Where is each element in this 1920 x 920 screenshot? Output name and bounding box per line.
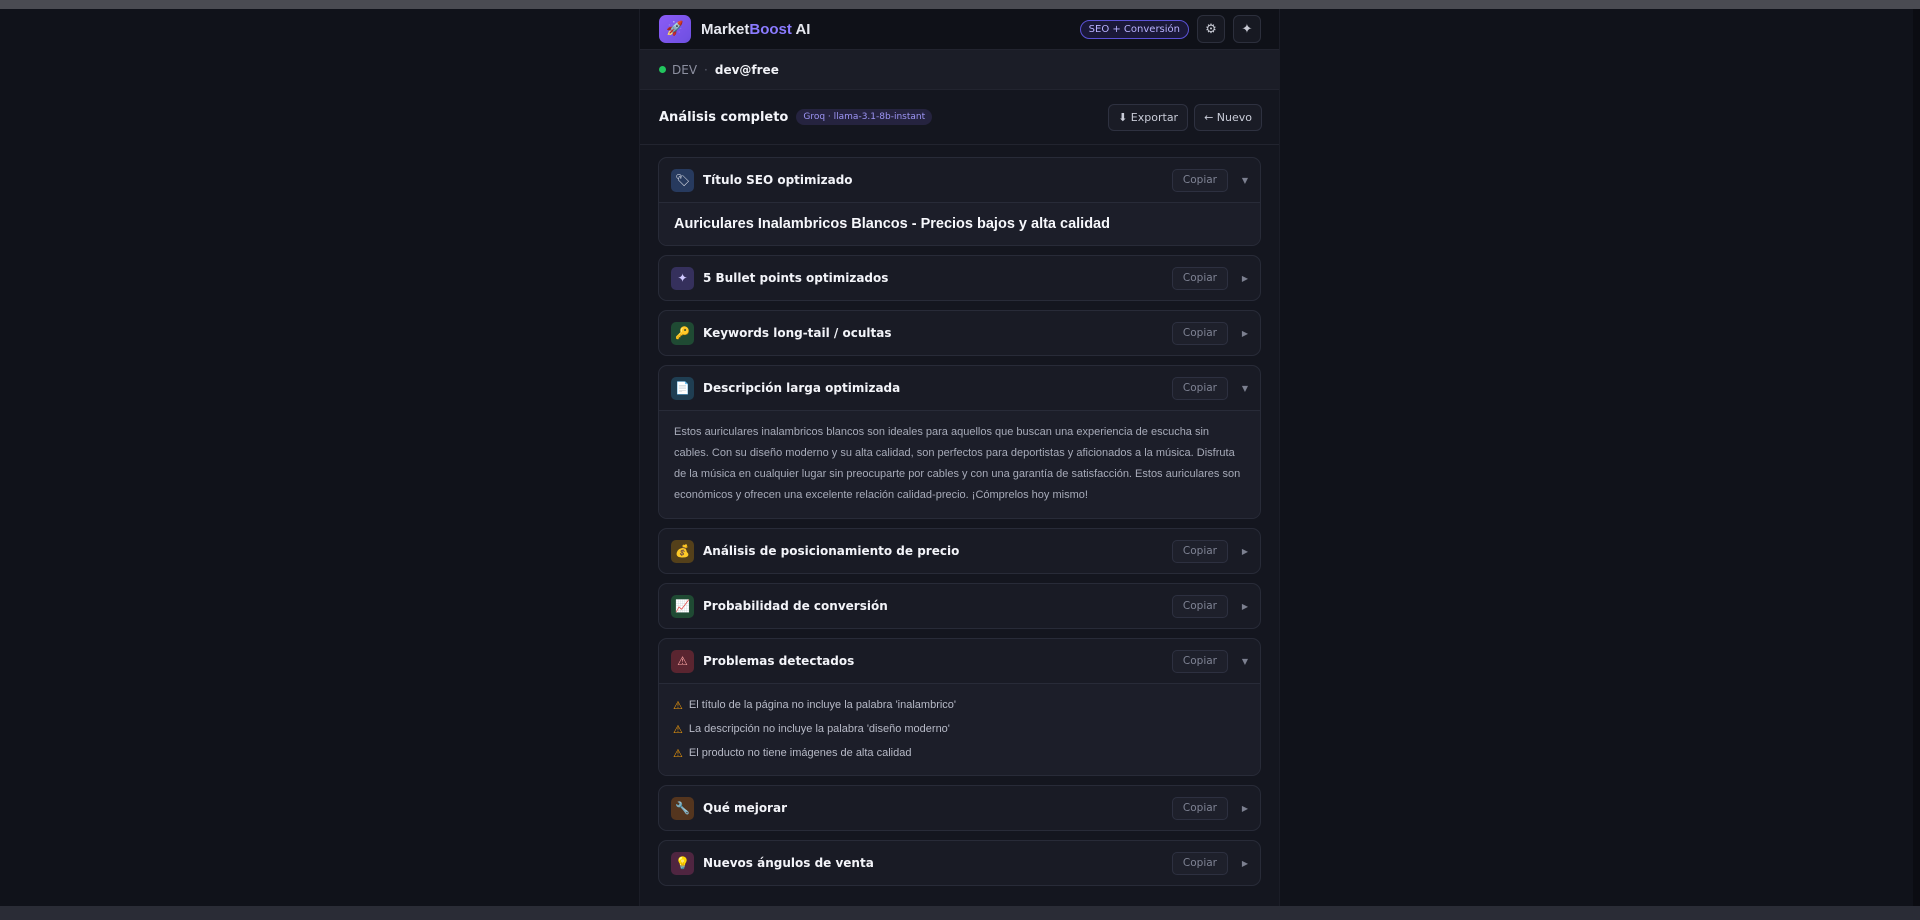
chevron-right-icon[interactable]: ▶ — [1228, 804, 1248, 813]
user-bar: DEV · dev@free — [640, 50, 1279, 90]
card-title: 5 Bullet points optimizados — [703, 271, 889, 285]
result-card: ⚠ Problemas detectados Copiar ▼ ⚠ El título d… — [658, 638, 1261, 776]
user-email: dev@free — [714, 62, 779, 77]
settings-button[interactable]: ⚙ — [1197, 15, 1225, 43]
copy-button[interactable]: Copiar — [1171, 649, 1228, 673]
result-card: ✦ 5 Bullet points optimizados Copiar ▶ — [658, 255, 1261, 301]
result-card: 💰 Análisis de posicionamiento de precio Co… — [658, 528, 1261, 574]
key-icon: 🔑 — [671, 321, 694, 345]
card-title: Qué mejorar — [703, 801, 787, 815]
card-body: Estos auriculares inalambricos blancos s… — [659, 410, 1260, 518]
document-icon: 📄 — [671, 376, 694, 400]
result-card: 📈 Probabilidad de conversión Copiar ▶ — [658, 583, 1261, 629]
card-header[interactable]: 🔧 Qué mejorar Copiar ▶ — [659, 786, 1260, 830]
wrench-icon: 🔧 — [671, 796, 694, 820]
list-item: ⚠ El producto no tiene imágenes de alta c… — [673, 741, 1246, 765]
problem-text: El título de la página no incluye la pal… — [688, 699, 957, 711]
new-button[interactable]: ← Nuevo — [1194, 103, 1262, 131]
list-item: ⚠ El título de la página no incluye la pa… — [673, 693, 1246, 717]
card-title: Problemas detectados — [703, 654, 855, 668]
chevron-right-icon[interactable]: ▶ — [1228, 602, 1248, 611]
card-header[interactable]: ✦ 5 Bullet points optimizados Copiar ▶ — [659, 256, 1260, 300]
card-header[interactable]: ⚠ Problemas detectados Copiar ▼ — [659, 639, 1260, 683]
warning-icon: ⚠ — [671, 649, 694, 673]
export-button[interactable]: ⬇ Exportar — [1108, 103, 1189, 131]
card-title: Nuevos ángulos de venta — [703, 856, 874, 870]
rocket-icon: 🚀 — [659, 15, 691, 43]
chevron-down-icon[interactable]: ▼ — [1228, 176, 1248, 185]
card-header[interactable]: 💡 Nuevos ángulos de venta Copiar ▶ — [659, 841, 1260, 885]
copy-button[interactable]: Copiar — [1171, 266, 1228, 290]
card-body: Auriculares Inalambricos Blancos - Preci… — [659, 202, 1260, 245]
card-title: Keywords long-tail / ocultas — [703, 326, 892, 340]
card-header[interactable]: 💰 Análisis de posicionamiento de precio Co… — [659, 529, 1260, 573]
mode-badge: SEO + Conversión — [1079, 19, 1189, 39]
page-title: Análisis completo — [659, 109, 789, 125]
card-title: Descripción larga optimizada — [703, 381, 901, 395]
problem-text: El producto no tiene imágenes de alta ca… — [688, 747, 912, 759]
result-card: 🔑 Keywords long-tail / ocultas Copiar ▶ — [658, 310, 1261, 356]
warning-icon: ⚠ — [673, 699, 683, 712]
sparkle-icon: ✦ — [671, 266, 694, 290]
result-card: 📄 Descripción larga optimizada Copiar ▼ Esto… — [658, 365, 1261, 519]
copy-button[interactable]: Copiar — [1171, 851, 1228, 875]
separator: · — [704, 62, 708, 77]
copy-button[interactable]: Copiar — [1171, 594, 1228, 618]
card-title: Análisis de posicionamiento de precio — [703, 544, 960, 558]
money-bag-icon: 💰 — [671, 539, 694, 563]
chevron-right-icon[interactable]: ▶ — [1228, 859, 1248, 868]
scrollbar[interactable] — [1913, 9, 1920, 906]
seo-title-text: Auriculares Inalambricos Blancos - Preci… — [674, 216, 1110, 232]
result-cards: 🏷 Título SEO optimizado Copiar ▼ Auriculares… — [640, 145, 1279, 886]
card-body: ⚠ El título de la página no incluye la pa… — [659, 683, 1260, 775]
result-card: 🏷 Título SEO optimizado Copiar ▼ Auriculares… — [658, 157, 1261, 246]
warning-icon: ⚠ — [673, 723, 683, 736]
settings-icon: ⚙ — [1205, 21, 1217, 37]
tag-icon: 🏷 — [671, 168, 694, 192]
copy-button[interactable]: Copiar — [1171, 376, 1228, 400]
chevron-right-icon[interactable]: ▶ — [1228, 547, 1248, 556]
copy-button[interactable]: Copiar — [1171, 321, 1228, 345]
card-title: Probabilidad de conversión — [703, 599, 888, 613]
card-header[interactable]: 🔑 Keywords long-tail / ocultas Copiar ▶ — [659, 311, 1260, 355]
chevron-down-icon[interactable]: ▼ — [1228, 384, 1248, 393]
description-text: Estos auriculares inalambricos blancos s… — [674, 426, 1241, 501]
brand-name: MarketBoost AI — [701, 20, 811, 38]
model-badge: Groq · llama-3.1-8b-instant — [796, 109, 933, 125]
list-item: ⚠ La descripción no incluye la palabra 'd… — [673, 717, 1246, 741]
problem-text: La descripción no incluye la palabra 'di… — [688, 723, 950, 735]
browser-top-bar — [0, 0, 1920, 9]
card-title: Título SEO optimizado — [703, 173, 853, 187]
env-label: DEV — [672, 62, 698, 77]
chevron-down-icon[interactable]: ▼ — [1228, 657, 1248, 666]
copy-button[interactable]: Copiar — [1171, 539, 1228, 563]
sparkle-icon: ✦ — [1241, 21, 1253, 37]
chevron-right-icon[interactable]: ▶ — [1228, 329, 1248, 338]
lightbulb-icon: 💡 — [671, 851, 694, 875]
card-header[interactable]: 📄 Descripción larga optimizada Copiar ▼ — [659, 366, 1260, 410]
chevron-right-icon[interactable]: ▶ — [1228, 274, 1248, 283]
card-header[interactable]: 📈 Probabilidad de conversión Copiar ▶ — [659, 584, 1260, 628]
chart-icon: 📈 — [671, 594, 694, 618]
result-card: 💡 Nuevos ángulos de venta Copiar ▶ — [658, 840, 1261, 886]
result-card: 🔧 Qué mejorar Copiar ▶ — [658, 785, 1261, 831]
copy-button[interactable]: Copiar — [1171, 796, 1228, 820]
app-header: 🚀 MarketBoost AI SEO + Conversión ⚙ ✦ — [640, 9, 1279, 50]
app-panel: 🚀 MarketBoost AI SEO + Conversión ⚙ ✦ DE… — [639, 9, 1280, 906]
status-dot — [659, 66, 666, 73]
card-header[interactable]: 🏷 Título SEO optimizado Copiar ▼ — [659, 158, 1260, 202]
bottom-bar — [0, 906, 1920, 920]
magic-button[interactable]: ✦ — [1233, 15, 1261, 43]
warning-icon: ⚠ — [673, 747, 683, 760]
copy-button[interactable]: Copiar — [1171, 168, 1228, 192]
results-toolbar: Análisis completo Groq · llama-3.1-8b-in… — [640, 90, 1279, 145]
